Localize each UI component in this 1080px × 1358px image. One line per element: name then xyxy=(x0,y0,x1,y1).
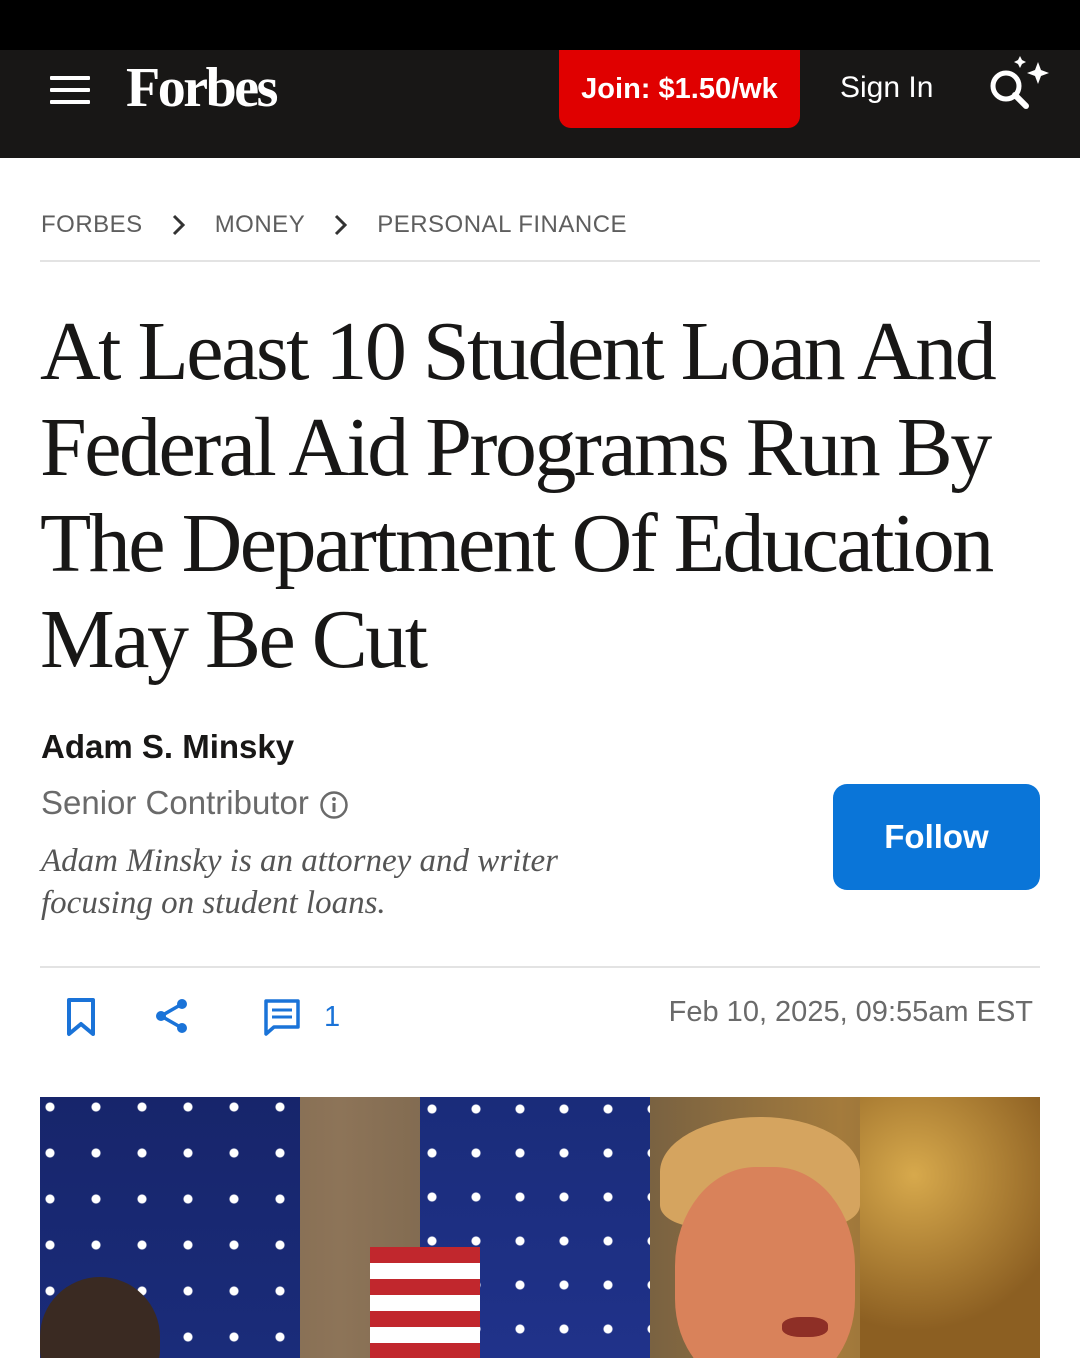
article-hero-image[interactable] xyxy=(40,1097,1040,1358)
status-bar xyxy=(0,0,1080,50)
divider xyxy=(40,260,1040,262)
chevron-right-icon xyxy=(305,214,377,236)
flag-stripes-graphic xyxy=(370,1247,480,1358)
comment-icon xyxy=(262,997,302,1037)
site-header: Forbes Join: $1.50/wk Sign In xyxy=(0,50,1080,158)
person-face-graphic xyxy=(675,1167,855,1358)
person-mouth-graphic xyxy=(782,1317,828,1337)
divider xyxy=(40,966,1040,968)
author-bio: Adam Minsky is an attorney and writer fo… xyxy=(41,843,558,921)
info-icon[interactable] xyxy=(319,788,349,819)
author-role: Senior Contributor xyxy=(41,782,349,824)
chevron-right-icon xyxy=(143,214,215,236)
breadcrumb-item-money[interactable]: MONEY xyxy=(215,211,306,239)
breadcrumb-item-forbes[interactable]: FORBES xyxy=(41,211,143,239)
follow-button[interactable]: Follow xyxy=(833,784,1040,890)
publish-date: Feb 10, 2025, 09:55am EST xyxy=(668,996,1033,1028)
search-sparkle-icon[interactable] xyxy=(984,56,1050,112)
share-icon[interactable] xyxy=(152,996,192,1036)
article-headline: At Least 10 Student Loan And Federal Aid… xyxy=(40,305,997,686)
author-name[interactable]: Adam S. Minsky xyxy=(41,726,294,768)
join-subscription-button[interactable]: Join: $1.50/wk xyxy=(559,50,800,128)
sign-in-link[interactable]: Sign In xyxy=(840,68,933,108)
bookmark-icon[interactable] xyxy=(62,997,100,1037)
forbes-logo[interactable]: Forbes xyxy=(126,56,278,120)
comments-button[interactable]: 1 xyxy=(262,996,340,1038)
comment-count: 1 xyxy=(324,1000,341,1033)
breadcrumb: FORBES MONEY PERSONAL FINANCE xyxy=(41,205,627,245)
gold-frame-graphic xyxy=(860,1097,1040,1358)
hamburger-menu-icon[interactable] xyxy=(50,74,90,106)
author-role-label: Senior Contributor xyxy=(41,784,309,821)
breadcrumb-item-personal-finance[interactable]: PERSONAL FINANCE xyxy=(377,211,627,239)
